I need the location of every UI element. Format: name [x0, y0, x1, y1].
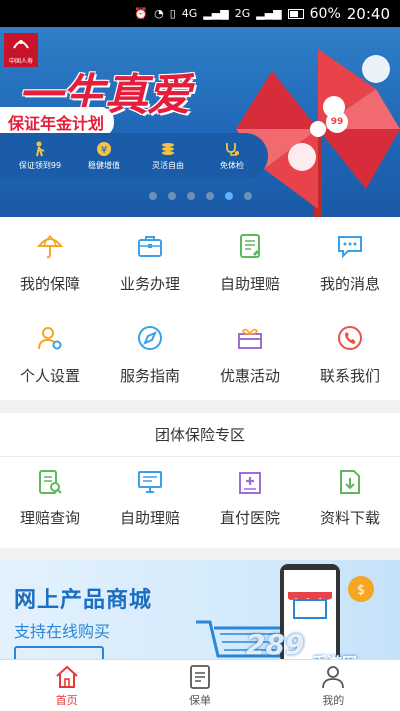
feature-item: 免体检 — [202, 141, 262, 171]
product-mall-banner[interactable]: 网上产品商城 支持在线购买 $ — [0, 560, 400, 660]
signal2-icon: ▂▄▆ — [256, 7, 282, 20]
alarm-icon: ⏰ — [134, 7, 149, 20]
menu-contact-us[interactable]: 联系我们 — [300, 309, 400, 399]
network-2g-label: 2G — [234, 7, 251, 20]
battery-percent: 60% — [309, 5, 341, 22]
group-label: 理赔查询 — [19, 509, 80, 527]
monitor-icon — [135, 467, 165, 497]
group-self-claim[interactable]: 自助理赔 — [100, 457, 200, 547]
menu-label: 个人设置 — [19, 366, 80, 385]
menu-label: 自助理赔 — [219, 275, 280, 293]
menu-label: 我的保障 — [19, 275, 80, 293]
group-insurance-section: 团体保险专区 理赔查询 自助理赔 直付医院 资料下载 — [0, 413, 400, 548]
yuan-coin-icon: ¥ — [95, 141, 113, 157]
group-label: 资料下载 — [319, 509, 380, 527]
policy-icon — [187, 664, 213, 690]
group-grid: 理赔查询 自助理赔 直付医院 资料下载 — [0, 457, 400, 547]
tab-label: 保单 — [188, 693, 211, 707]
menu-label: 业务办理 — [119, 275, 180, 293]
svg-text:¥: ¥ — [101, 145, 107, 156]
group-label: 直付医院 — [219, 509, 280, 527]
product-mall-button[interactable] — [14, 646, 104, 660]
menu-label: 优惠活动 — [219, 366, 280, 385]
signal-icon: ▂▄▆ — [203, 7, 229, 20]
user-settings-icon — [35, 323, 65, 353]
feature-label: 稳健增值 — [88, 161, 120, 170]
main-menu-grid: 我的保障 业务办理 自助理赔 我的消息 个人设置 服务指南 优惠活动 联系我们 — [0, 217, 400, 400]
menu-personal-settings[interactable]: 个人设置 — [0, 309, 100, 399]
carousel-dot[interactable] — [186, 192, 195, 200]
menu-service-guide[interactable]: 服务指南 — [100, 309, 200, 399]
compass-icon — [135, 323, 165, 353]
group-document-download[interactable]: 资料下载 — [300, 457, 400, 547]
tab-label: 我的 — [322, 693, 345, 707]
carousel-dot[interactable] — [167, 192, 176, 200]
group-direct-pay-hospital[interactable]: 直付医院 — [200, 457, 300, 547]
product-mall-title: 网上产品商城 — [14, 587, 153, 612]
feature-item: 灵活自由 — [138, 141, 198, 171]
carousel-dot[interactable] — [205, 192, 214, 200]
network-4g-label: 4G — [181, 7, 198, 20]
status-bar: ⏰ ◔ ▯ 4G ▂▄▆ 2G ▂▄▆ 60% 20:40 — [0, 0, 400, 27]
bottom-tab-bar: 首页 保单 我的 — [0, 659, 400, 711]
tab-profile[interactable]: 我的 — [267, 660, 400, 711]
carousel-dots — [0, 192, 400, 200]
age-99-badge: 99 — [326, 111, 348, 133]
gift-icon — [235, 323, 265, 353]
stethoscope-icon — [223, 141, 241, 157]
umbrella-icon — [35, 231, 65, 261]
wifi-icon: ◔ — [154, 7, 164, 20]
tab-label: 首页 — [55, 693, 78, 707]
feature-label: 免体检 — [220, 161, 244, 170]
banner-features: 保证领到99 ¥ 稳健增值 灵活自由 免体检 — [0, 133, 268, 179]
group-section-title: 团体保险专区 — [0, 413, 400, 457]
sim-icon: ▯ — [169, 7, 176, 20]
menu-self-claim[interactable]: 自助理赔 — [200, 217, 300, 307]
carousel-dot[interactable] — [243, 192, 252, 200]
menu-promotions[interactable]: 优惠活动 — [200, 309, 300, 399]
product-mall-subtitle: 支持在线购买 — [14, 622, 111, 641]
message-icon — [335, 231, 365, 261]
tab-policy[interactable]: 保单 — [133, 660, 266, 711]
feature-item: 保证领到99 — [10, 141, 70, 171]
menu-label: 服务指南 — [119, 366, 180, 385]
elder-icon — [31, 141, 49, 157]
battery-icon — [287, 8, 304, 19]
carousel-dot-active[interactable] — [224, 192, 233, 200]
claim-form-icon — [235, 231, 265, 261]
download-doc-icon — [335, 467, 365, 497]
phone-icon — [335, 323, 365, 353]
home-icon — [54, 664, 80, 690]
feature-label: 灵活自由 — [152, 161, 184, 170]
watermark-brand: 289 — [246, 628, 305, 661]
menu-business[interactable]: 业务办理 — [100, 217, 200, 307]
menu-my-coverage[interactable]: 我的保障 — [0, 217, 100, 307]
hospital-icon — [235, 467, 265, 497]
claim-search-icon — [35, 467, 65, 497]
clock-time: 20:40 — [346, 4, 390, 23]
group-label: 自助理赔 — [119, 509, 180, 527]
menu-messages[interactable]: 我的消息 — [300, 217, 400, 307]
profile-icon — [320, 664, 346, 690]
feature-label: 保证领到99 — [18, 161, 62, 170]
group-claim-query[interactable]: 理赔查询 — [0, 457, 100, 547]
promo-carousel[interactable]: 中国人寿 99 一生真爱 保证年金计划 保证领到99 ¥ 稳健增值 灵活自由 免… — [0, 27, 400, 217]
menu-label: 我的消息 — [319, 275, 380, 293]
briefcase-icon — [135, 231, 165, 261]
tab-home[interactable]: 首页 — [0, 660, 133, 711]
svg-text:$: $ — [357, 583, 365, 598]
feature-item: ¥ 稳健增值 — [74, 141, 134, 171]
gift-box-illustration: $ — [348, 576, 374, 602]
carousel-dot[interactable] — [148, 192, 157, 200]
coins-stack-icon — [159, 141, 177, 157]
menu-label: 联系我们 — [319, 366, 380, 385]
